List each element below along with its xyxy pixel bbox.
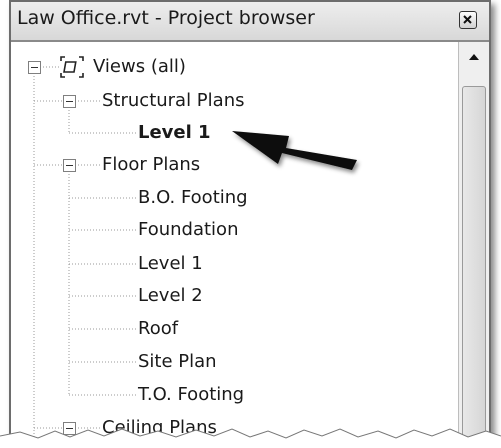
root-collapse-toggle[interactable]: [28, 61, 41, 74]
floor-plans-collapse-toggle[interactable]: [63, 159, 76, 172]
tree-item-label: Views (all): [93, 56, 186, 77]
tree-item-floor-plans[interactable]: Floor Plans: [102, 151, 200, 179]
tree-item-label: Level 1: [138, 253, 203, 274]
tree-item-label: Level 1: [138, 122, 211, 143]
project-browser-panel: Law Office.rvt - Project browser Views (…: [9, 0, 491, 448]
close-icon: [463, 15, 472, 24]
title-bar: Law Office.rvt - Project browser: [11, 2, 489, 42]
scroll-up-arrow-icon: [469, 54, 479, 60]
tree-item-views-all[interactable]: Views (all): [93, 53, 186, 81]
tree-item-label: T.O. Footing: [138, 384, 245, 405]
tree-item-label: Foundation: [138, 219, 239, 240]
tree-item-label: Ceiling Plans: [102, 417, 217, 438]
tree-item-label: Floor Plans: [102, 154, 201, 175]
tree-item-foundation[interactable]: Foundation: [138, 216, 238, 244]
tree-item-label: Level 2: [138, 285, 203, 306]
tree-item-ceiling-plans[interactable]: Ceiling Plans: [102, 414, 217, 442]
tree-item-label: Roof: [138, 318, 179, 339]
scroll-thumb[interactable]: [462, 86, 486, 446]
tree-item-roof[interactable]: Roof: [138, 315, 178, 343]
ceiling-plans-collapse-toggle[interactable]: [63, 422, 76, 435]
vertical-scrollbar[interactable]: [458, 42, 489, 446]
tree-item-label: Site Plan: [138, 351, 217, 372]
window-title: Law Office.rvt - Project browser: [17, 7, 315, 29]
tree-item-structural-level-1[interactable]: Level 1: [138, 119, 211, 147]
tree-item-level-2[interactable]: Level 2: [138, 282, 203, 310]
tree-item-label: B.O. Footing: [138, 187, 248, 208]
tree-item-to-footing[interactable]: T.O. Footing: [138, 381, 244, 409]
browser-tree: Views (all) Structural Plans Level 1 Flo…: [11, 42, 459, 446]
scroll-up-button[interactable]: [459, 42, 489, 70]
structural-plans-collapse-toggle[interactable]: [63, 95, 76, 108]
close-button[interactable]: [459, 11, 477, 29]
tree-item-bo-footing[interactable]: B.O. Footing: [138, 184, 248, 212]
tree-item-structural-plans[interactable]: Structural Plans: [102, 87, 244, 115]
views-icon: [60, 56, 84, 78]
tree-item-label: Structural Plans: [102, 90, 245, 111]
tree-item-site-plan[interactable]: Site Plan: [138, 348, 217, 376]
tree-item-level-1[interactable]: Level 1: [138, 250, 203, 278]
